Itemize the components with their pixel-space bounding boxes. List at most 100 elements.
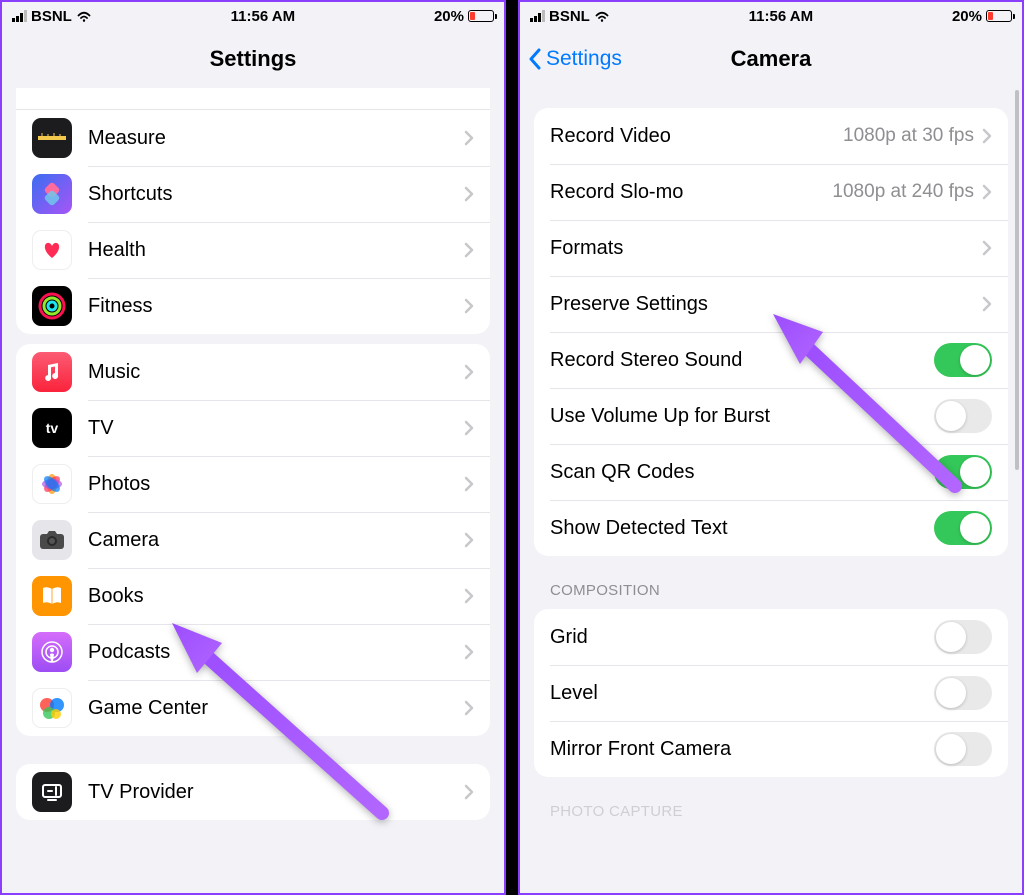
chevron-right-icon bbox=[464, 420, 474, 436]
row-detected-text[interactable]: Show Detected Text bbox=[534, 500, 1008, 556]
chevron-right-icon bbox=[464, 532, 474, 548]
row-label: Record Slo-mo bbox=[550, 181, 832, 204]
row-label: Music bbox=[88, 361, 464, 384]
row-record-slomo[interactable]: Record Slo-mo 1080p at 240 fps bbox=[534, 164, 1008, 220]
camera-icon bbox=[32, 520, 72, 560]
row-volume-burst[interactable]: Use Volume Up for Burst bbox=[534, 388, 1008, 444]
row-label: TV bbox=[88, 417, 464, 440]
row-gamecenter[interactable]: Game Center bbox=[16, 680, 490, 736]
switch-volume-burst[interactable] bbox=[934, 399, 992, 433]
row-grid[interactable]: Grid bbox=[534, 609, 1008, 665]
row-label: TV Provider bbox=[88, 781, 464, 804]
wifi-icon bbox=[76, 10, 92, 22]
nav-header: Settings bbox=[2, 30, 504, 88]
row-label: Podcasts bbox=[88, 641, 464, 664]
signal-icon bbox=[530, 10, 545, 22]
row-podcasts[interactable]: Podcasts bbox=[16, 624, 490, 680]
row-formats[interactable]: Formats bbox=[534, 220, 1008, 276]
chevron-right-icon bbox=[464, 186, 474, 202]
photos-icon bbox=[32, 464, 72, 504]
scrollbar[interactable] bbox=[1015, 90, 1019, 470]
section-header-composition: COMPOSITION bbox=[550, 582, 992, 599]
settings-screen: BSNL 11:56 AM 20% Settings Measure bbox=[0, 0, 506, 895]
camera-settings-screen: BSNL 11:56 AM 20% Settings Camera Record… bbox=[518, 0, 1024, 895]
settings-group: Record Video 1080p at 30 fps Record Slo-… bbox=[534, 108, 1008, 556]
row-label: Camera bbox=[88, 529, 464, 552]
clock: 11:56 AM bbox=[231, 8, 295, 25]
settings-group: Grid Level Mirror Front Camera bbox=[534, 609, 1008, 777]
row-fitness[interactable]: Fitness bbox=[16, 278, 490, 334]
row-preserve-settings[interactable]: Preserve Settings bbox=[534, 276, 1008, 332]
switch-mirror-front[interactable] bbox=[934, 732, 992, 766]
chevron-right-icon bbox=[464, 130, 474, 146]
section-header-photo-capture: PHOTO CAPTURE bbox=[550, 803, 992, 820]
chevron-right-icon bbox=[464, 588, 474, 604]
nav-header: Settings Camera bbox=[520, 30, 1022, 88]
row-label: Fitness bbox=[88, 295, 464, 318]
row-music[interactable]: Music bbox=[16, 344, 490, 400]
row-photos[interactable]: Photos bbox=[16, 456, 490, 512]
row-label: Mirror Front Camera bbox=[550, 738, 934, 761]
health-icon bbox=[32, 230, 72, 270]
row-books[interactable]: Books bbox=[16, 568, 490, 624]
switch-detected-text[interactable] bbox=[934, 511, 992, 545]
row-label: Preserve Settings bbox=[550, 293, 982, 316]
row-label: Record Stereo Sound bbox=[550, 349, 934, 372]
carrier-label: BSNL bbox=[549, 8, 590, 25]
row-label: Scan QR Codes bbox=[550, 461, 934, 484]
settings-group: Measure Shortcuts Health bbox=[16, 88, 490, 334]
chevron-right-icon bbox=[464, 644, 474, 660]
status-bar: BSNL 11:56 AM 20% bbox=[2, 2, 504, 30]
chevron-right-icon bbox=[982, 184, 992, 200]
row-record-video[interactable]: Record Video 1080p at 30 fps bbox=[534, 108, 1008, 164]
row-label: Use Volume Up for Burst bbox=[550, 405, 934, 428]
settings-group: TV Provider bbox=[16, 764, 490, 820]
row-label: Record Video bbox=[550, 125, 843, 148]
switch-grid[interactable] bbox=[934, 620, 992, 654]
back-label: Settings bbox=[546, 47, 622, 71]
switch-scan-qr[interactable] bbox=[934, 455, 992, 489]
row-scan-qr[interactable]: Scan QR Codes bbox=[534, 444, 1008, 500]
row-label: Show Detected Text bbox=[550, 517, 934, 540]
row-detail: 1080p at 30 fps bbox=[843, 125, 974, 147]
row-label: Formats bbox=[550, 237, 982, 260]
row-tvprovider[interactable]: TV Provider bbox=[16, 764, 490, 820]
row-shortcuts[interactable]: Shortcuts bbox=[16, 166, 490, 222]
row-label: Photos bbox=[88, 473, 464, 496]
tv-icon: tv bbox=[32, 408, 72, 448]
music-icon bbox=[32, 352, 72, 392]
row-label: Measure bbox=[88, 127, 464, 150]
chevron-right-icon bbox=[464, 298, 474, 314]
battery-percent: 20% bbox=[952, 8, 982, 25]
row-tv[interactable]: tv TV bbox=[16, 400, 490, 456]
row-label: Game Center bbox=[88, 697, 464, 720]
row-record-stereo[interactable]: Record Stereo Sound bbox=[534, 332, 1008, 388]
back-button[interactable]: Settings bbox=[528, 47, 622, 71]
wifi-icon bbox=[594, 10, 610, 22]
settings-list[interactable]: Measure Shortcuts Health bbox=[2, 88, 504, 893]
row-label: Grid bbox=[550, 626, 934, 649]
chevron-right-icon bbox=[982, 128, 992, 144]
row-measure[interactable]: Measure bbox=[16, 110, 490, 166]
row-mirror-front[interactable]: Mirror Front Camera bbox=[534, 721, 1008, 777]
measure-icon bbox=[32, 118, 72, 158]
camera-settings-list[interactable]: Record Video 1080p at 30 fps Record Slo-… bbox=[520, 88, 1022, 893]
row-label: Level bbox=[550, 682, 934, 705]
row-health[interactable]: Health bbox=[16, 222, 490, 278]
chevron-right-icon bbox=[464, 476, 474, 492]
switch-record-stereo[interactable] bbox=[934, 343, 992, 377]
chevron-right-icon bbox=[982, 296, 992, 312]
row-camera[interactable]: Camera bbox=[16, 512, 490, 568]
chevron-right-icon bbox=[982, 240, 992, 256]
fitness-icon bbox=[32, 286, 72, 326]
row-label: Health bbox=[88, 239, 464, 262]
carrier-label: BSNL bbox=[31, 8, 72, 25]
books-icon bbox=[32, 576, 72, 616]
battery-icon bbox=[986, 10, 1012, 22]
row-label: Shortcuts bbox=[88, 183, 464, 206]
signal-icon bbox=[12, 10, 27, 22]
clock: 11:56 AM bbox=[749, 8, 813, 25]
switch-level[interactable] bbox=[934, 676, 992, 710]
row-level[interactable]: Level bbox=[534, 665, 1008, 721]
gamecenter-icon bbox=[32, 688, 72, 728]
